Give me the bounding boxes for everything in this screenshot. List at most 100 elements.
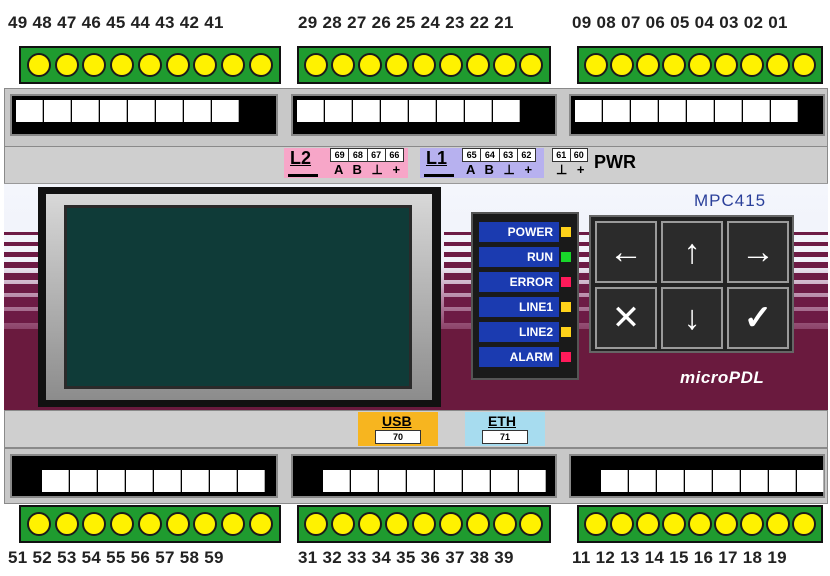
led-label-alarm: ALARM xyxy=(479,347,559,367)
dip-switch-top-right[interactable] xyxy=(569,94,825,136)
usb-label: USB xyxy=(382,413,412,429)
dip-switch-cell[interactable] xyxy=(409,100,436,122)
l1-sub: A B ⊥ + xyxy=(466,162,536,177)
dip-switch-cell[interactable] xyxy=(659,100,686,122)
dip-switch-cell[interactable] xyxy=(210,470,237,492)
dip-switch-cell[interactable] xyxy=(353,100,380,122)
port-label-band xyxy=(4,146,828,184)
dip-switch-cell[interactable] xyxy=(156,100,183,122)
led-run xyxy=(561,252,571,262)
dip-switch-cell[interactable] xyxy=(491,470,518,492)
terminal-block-bottom-mid[interactable] xyxy=(297,505,551,543)
led-power xyxy=(561,227,571,237)
l1-pins: 65 64 63 62 xyxy=(462,148,536,162)
terminal-numbers-top-mid: 29 28 27 26 25 24 23 22 21 xyxy=(298,13,514,32)
l1-label: L1 xyxy=(426,148,448,168)
l2-label: L2 xyxy=(290,148,312,168)
dip-switch-cell[interactable] xyxy=(184,100,211,122)
dip-switch-cell[interactable] xyxy=(42,470,69,492)
pwr-sub: ⊥ + xyxy=(556,162,588,177)
pwr-label: PWR xyxy=(594,152,636,172)
dip-switch-cell[interactable] xyxy=(519,470,546,492)
dip-switch-cell[interactable] xyxy=(212,100,239,122)
dip-switch-cell[interactable] xyxy=(70,470,97,492)
dip-switch-cell[interactable] xyxy=(629,470,656,492)
dip-switch-cell[interactable] xyxy=(685,470,712,492)
led-label-run: RUN xyxy=(479,247,559,267)
dip-switch-cell[interactable] xyxy=(769,470,796,492)
dip-switch-cell[interactable] xyxy=(687,100,714,122)
led-line2 xyxy=(561,327,571,337)
dip-switch-bottom-right[interactable] xyxy=(569,454,825,498)
eth-label: ETH xyxy=(488,413,516,429)
dip-switch-cell[interactable] xyxy=(379,470,406,492)
dip-switch-cell[interactable] xyxy=(381,100,408,122)
dip-switch-cell[interactable] xyxy=(182,470,209,492)
dip-switch-top-left[interactable] xyxy=(10,94,278,136)
dip-switch-cell[interactable] xyxy=(407,470,434,492)
eth-pin: 71 xyxy=(482,430,528,444)
dip-switch-cell[interactable] xyxy=(575,100,602,122)
terminal-numbers-top-left: 49 48 47 46 45 44 43 42 41 xyxy=(8,13,224,32)
dip-switch-cell[interactable] xyxy=(743,100,770,122)
dip-switch-cell[interactable] xyxy=(435,470,462,492)
dip-switch-cell[interactable] xyxy=(126,470,153,492)
terminal-numbers-top-right: 09 08 07 06 05 04 03 02 01 xyxy=(572,13,788,32)
l2-underline xyxy=(288,174,318,177)
led-line1 xyxy=(561,302,571,312)
ok-key[interactable]: ✓ xyxy=(727,287,789,349)
dip-switch-cell[interactable] xyxy=(238,470,265,492)
l1-underline xyxy=(424,174,454,177)
dip-switch-top-mid[interactable] xyxy=(291,94,557,136)
terminal-numbers-bottom-mid: 31 32 33 34 35 36 37 38 39 xyxy=(298,548,514,567)
dip-switch-cell[interactable] xyxy=(657,470,684,492)
terminal-block-top-mid[interactable] xyxy=(297,46,551,84)
dip-switch-cell[interactable] xyxy=(741,470,768,492)
dip-switch-cell[interactable] xyxy=(72,100,99,122)
arrow-up-key[interactable]: ↑ xyxy=(661,221,723,283)
terminal-block-top-right[interactable] xyxy=(577,46,823,84)
dip-switch-cell[interactable] xyxy=(631,100,658,122)
dip-switch-bottom-left[interactable] xyxy=(10,454,278,498)
arrow-down-key[interactable]: ↓ xyxy=(661,287,723,349)
dip-switch-cell[interactable] xyxy=(323,470,350,492)
led-label-line2: LINE2 xyxy=(479,322,559,342)
led-label-line1: LINE1 xyxy=(479,297,559,317)
arrow-left-key[interactable]: ← xyxy=(595,221,657,283)
arrow-right-key[interactable]: → xyxy=(727,221,789,283)
l2-pins: 69 68 67 66 xyxy=(330,148,404,162)
led-error xyxy=(561,277,571,287)
dip-switch-cell[interactable] xyxy=(463,470,490,492)
dip-switch-cell[interactable] xyxy=(100,100,127,122)
dip-switch-cell[interactable] xyxy=(771,100,798,122)
lcd-screen xyxy=(64,205,412,389)
dip-switch-cell[interactable] xyxy=(44,100,71,122)
cancel-key[interactable]: ✕ xyxy=(595,287,657,349)
terminal-block-bottom-left[interactable] xyxy=(19,505,281,543)
dip-switch-cell[interactable] xyxy=(601,470,628,492)
pwr-pins: 61 60 xyxy=(552,148,588,162)
dip-switch-cell[interactable] xyxy=(297,100,324,122)
dip-switch-cell[interactable] xyxy=(797,470,824,492)
terminal-numbers-bottom-right: 11 12 13 14 15 16 17 18 19 xyxy=(572,548,787,567)
dip-switch-cell[interactable] xyxy=(437,100,464,122)
dip-switch-cell[interactable] xyxy=(16,100,43,122)
keypad: ← ↑ → ✕ ↓ ✓ xyxy=(589,215,794,353)
dip-switch-cell[interactable] xyxy=(493,100,520,122)
terminal-block-bottom-right[interactable] xyxy=(577,505,823,543)
terminal-block-top-left[interactable] xyxy=(19,46,281,84)
dip-switch-bottom-mid[interactable] xyxy=(291,454,557,498)
dip-switch-cell[interactable] xyxy=(713,470,740,492)
dip-switch-cell[interactable] xyxy=(325,100,352,122)
l2-sub: A B ⊥ + xyxy=(334,162,404,177)
led-label-error: ERROR xyxy=(479,272,559,292)
dip-switch-cell[interactable] xyxy=(603,100,630,122)
dip-switch-cell[interactable] xyxy=(128,100,155,122)
dip-switch-cell[interactable] xyxy=(98,470,125,492)
brand-logo: microPDL xyxy=(680,368,765,387)
dip-switch-cell[interactable] xyxy=(154,470,181,492)
dip-switch-cell[interactable] xyxy=(351,470,378,492)
led-alarm xyxy=(561,352,571,362)
dip-switch-cell[interactable] xyxy=(465,100,492,122)
dip-switch-cell[interactable] xyxy=(715,100,742,122)
